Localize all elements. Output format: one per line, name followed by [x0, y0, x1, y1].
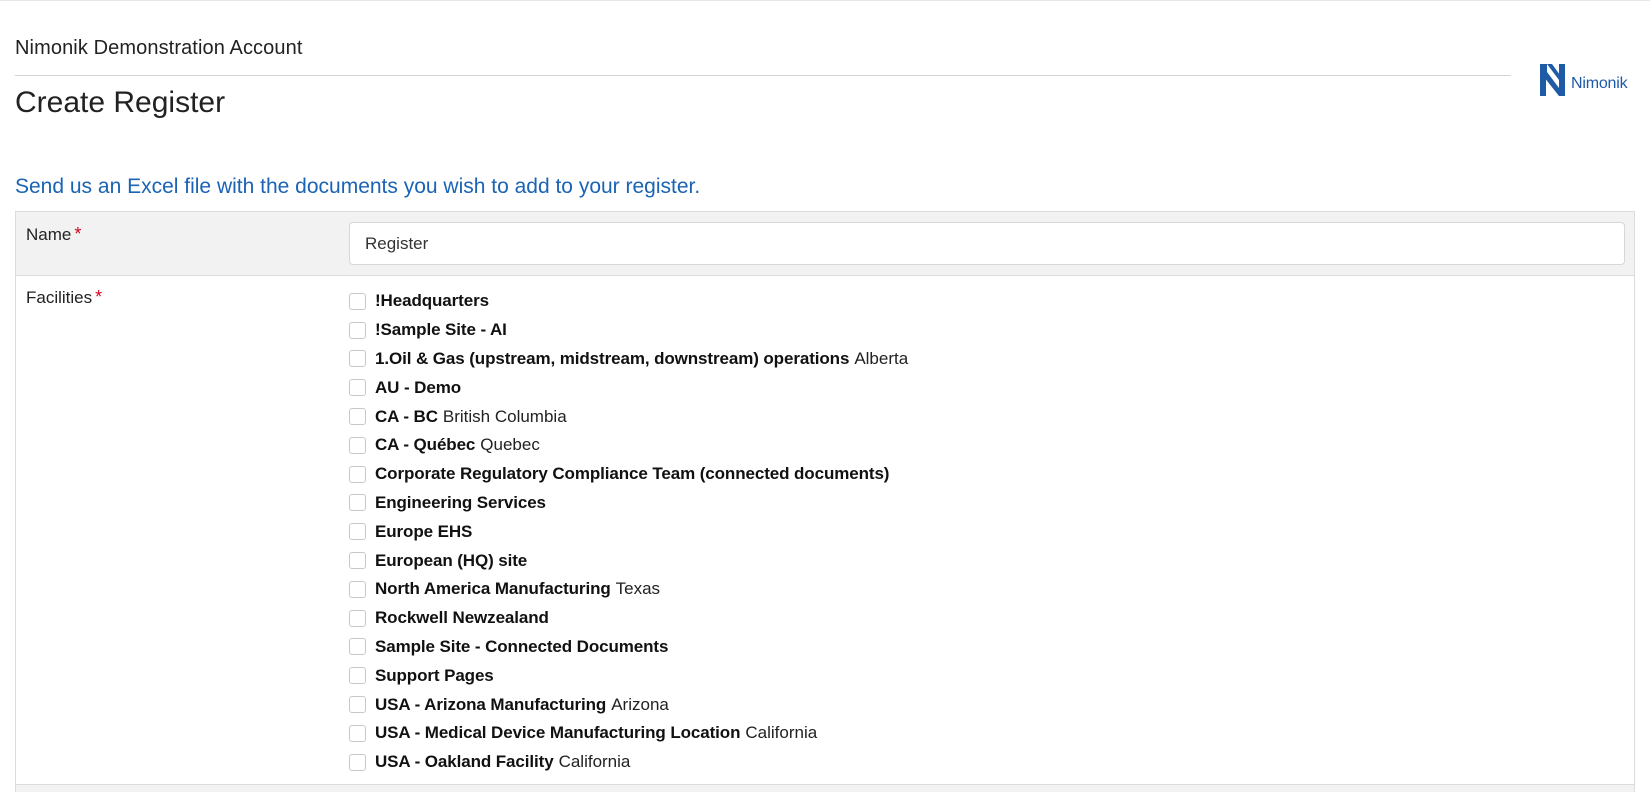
- facility-item[interactable]: European (HQ) site: [349, 546, 908, 575]
- facility-checkbox[interactable]: [349, 350, 366, 368]
- facility-item[interactable]: Rockwell Newzealand: [349, 604, 908, 633]
- facility-item[interactable]: !Headquarters: [349, 287, 908, 316]
- facilities-required-marker: *: [95, 287, 103, 307]
- facility-location: Arizona: [611, 694, 669, 714]
- create-register-form: Name* Facilities* !Headquarters!Sample S…: [15, 211, 1635, 792]
- facility-checkbox[interactable]: [349, 465, 366, 483]
- nimonik-logo: Nimonik: [1540, 62, 1640, 98]
- facility-checkbox[interactable]: [349, 552, 366, 570]
- create-register-page: Nimonik Demonstration Account Create Reg…: [0, 0, 1650, 792]
- nimonik-logo-icon: [1540, 64, 1565, 96]
- facility-location: California: [558, 752, 631, 772]
- facility-item[interactable]: North America Manufacturing Texas: [349, 575, 908, 604]
- name-required-marker: *: [74, 224, 82, 244]
- header-divider: [15, 75, 1511, 76]
- facility-location: Quebec: [480, 435, 540, 455]
- logo-text: Nimonik: [1571, 74, 1628, 92]
- facility-item[interactable]: Europe EHS: [349, 517, 908, 546]
- facility-name: USA - Oakland Facility: [375, 752, 554, 772]
- facility-checkbox[interactable]: [349, 379, 366, 397]
- facility-name: !Sample Site - AI: [375, 320, 507, 340]
- facility-name: Engineering Services: [375, 492, 546, 512]
- facility-checkbox[interactable]: [349, 638, 366, 656]
- facility-item[interactable]: 1.Oil & Gas (upstream, midstream, downst…: [349, 345, 908, 374]
- facilities-label: Facilities *: [26, 287, 102, 308]
- facility-name: European (HQ) site: [375, 550, 528, 570]
- facility-checkbox[interactable]: [349, 321, 366, 339]
- instructions-text: Send us an Excel file with the documents…: [15, 175, 701, 198]
- next-form-row: [16, 785, 1634, 792]
- facility-location: Alberta: [854, 348, 909, 368]
- account-name: Nimonik Demonstration Account: [15, 37, 303, 59]
- facility-item[interactable]: Engineering Services: [349, 489, 908, 518]
- facility-item[interactable]: !Sample Site - AI: [349, 316, 908, 345]
- facility-item[interactable]: AU - Demo: [349, 373, 908, 402]
- facility-name: AU - Demo: [375, 377, 461, 397]
- facility-checkbox[interactable]: [349, 436, 366, 454]
- facility-name: CA - BC: [375, 406, 438, 426]
- facility-checkbox-list: !Headquarters !Sample Site - AI 1.Oil & Ga…: [349, 287, 908, 777]
- facility-location: British Columbia: [442, 406, 567, 426]
- page-title: Create Register: [15, 86, 226, 119]
- facility-name: Sample Site - Connected Documents: [375, 636, 669, 656]
- facility-checkbox[interactable]: [349, 494, 366, 512]
- facility-name: CA - Québec: [375, 435, 476, 455]
- facility-item[interactable]: Sample Site - Connected Documents: [349, 633, 908, 662]
- name-label: Name *: [26, 224, 81, 245]
- facility-item[interactable]: CA - Québec Quebec: [349, 431, 908, 460]
- name-label-text: Name: [26, 225, 72, 244]
- name-row: Name *: [16, 212, 1634, 276]
- facility-checkbox[interactable]: [349, 580, 366, 598]
- facility-name: 1.Oil & Gas (upstream, midstream, downst…: [375, 348, 850, 368]
- facility-item[interactable]: Corporate Regulatory Compliance Team (co…: [349, 460, 908, 489]
- facility-name: North America Manufacturing: [375, 579, 611, 599]
- facility-name: Rockwell Newzealand: [375, 608, 549, 628]
- facility-item[interactable]: USA - Medical Device Manufacturing Locat…: [349, 719, 908, 748]
- top-border: [0, 0, 1650, 1]
- facilities-row: Facilities * !Headquarters !Sample Site - …: [16, 276, 1634, 785]
- facility-checkbox[interactable]: [349, 724, 366, 742]
- facility-item[interactable]: Support Pages: [349, 661, 908, 690]
- facility-checkbox[interactable]: [349, 292, 366, 310]
- facility-checkbox[interactable]: [349, 753, 366, 771]
- facility-location: California: [745, 723, 818, 743]
- facility-checkbox[interactable]: [349, 523, 366, 541]
- name-input[interactable]: [349, 222, 1625, 265]
- facility-checkbox[interactable]: [349, 408, 366, 426]
- facility-checkbox[interactable]: [349, 667, 366, 685]
- facilities-label-text: Facilities: [26, 288, 93, 307]
- facility-item[interactable]: USA - Oakland Facility California: [349, 748, 908, 777]
- facility-item[interactable]: USA - Arizona Manufacturing Arizona: [349, 690, 908, 719]
- facility-name: Corporate Regulatory Compliance Team (co…: [375, 464, 890, 484]
- facility-name: USA - Arizona Manufacturing: [375, 694, 607, 714]
- facility-item[interactable]: CA - BC British Columbia: [349, 402, 908, 431]
- facility-name: Support Pages: [375, 665, 494, 685]
- facility-name: !Headquarters: [375, 291, 489, 311]
- facility-location: Texas: [615, 579, 661, 599]
- facility-name: USA - Medical Device Manufacturing Locat…: [375, 723, 741, 743]
- facility-checkbox[interactable]: [349, 696, 366, 714]
- facility-name: Europe EHS: [375, 521, 473, 541]
- facility-checkbox[interactable]: [349, 609, 366, 627]
